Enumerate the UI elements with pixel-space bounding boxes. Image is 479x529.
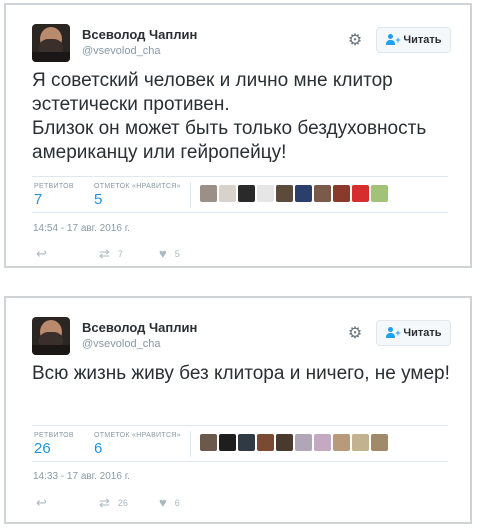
follow-person-icon: + bbox=[385, 327, 401, 339]
follow-button[interactable]: + Читать bbox=[376, 27, 451, 53]
avatar[interactable] bbox=[32, 24, 70, 62]
retweet-button[interactable]: ⇄ 7 bbox=[99, 246, 123, 262]
reply-button[interactable]: ↩ bbox=[36, 495, 47, 511]
avatar[interactable] bbox=[32, 317, 70, 355]
liker-avatar[interactable] bbox=[295, 185, 312, 202]
retweet-icon: ⇄ bbox=[99, 246, 110, 261]
tweet-text: Я советский человек и лично мне клитор э… bbox=[32, 70, 427, 163]
retweets-label: РЕТВИТОВ bbox=[34, 183, 74, 190]
likes-count[interactable]: 5 bbox=[94, 191, 102, 208]
divider bbox=[32, 212, 448, 213]
follow-label: Читать bbox=[403, 327, 442, 339]
liker-avatar[interactable] bbox=[352, 185, 369, 202]
timestamp[interactable]: 14:54 - 17 авг. 2016 г. bbox=[33, 223, 130, 234]
liker-avatar[interactable] bbox=[257, 185, 274, 202]
retweet-button[interactable]: ⇄ 26 bbox=[99, 495, 128, 511]
retweet-icon: ⇄ bbox=[99, 495, 110, 510]
likes-count[interactable]: 6 bbox=[94, 440, 102, 457]
tweet-card: Всеволод Чаплин @vsevolod_cha ⚙ + Читать… bbox=[4, 296, 472, 524]
gear-icon[interactable]: ⚙ bbox=[347, 326, 363, 342]
follow-label: Читать bbox=[403, 34, 442, 46]
likes-label: ОТМЕТОК «НРАВИТСЯ» bbox=[94, 432, 181, 439]
liker-avatar[interactable] bbox=[257, 434, 274, 451]
reply-icon: ↩ bbox=[36, 495, 47, 510]
liker-avatar[interactable] bbox=[219, 434, 236, 451]
retweet-action-count: 26 bbox=[117, 498, 128, 508]
retweets-count[interactable]: 7 bbox=[34, 191, 42, 208]
liker-avatar[interactable] bbox=[333, 434, 350, 451]
likes-label: ОТМЕТОК «НРАВИТСЯ» bbox=[94, 183, 181, 190]
author-handle[interactable]: @vsevolod_cha bbox=[82, 45, 160, 57]
follow-person-icon: + bbox=[385, 34, 401, 46]
tweet-text: Всю жизнь живу без клитора и ничего, не … bbox=[32, 363, 450, 384]
like-action-count: 5 bbox=[174, 248, 180, 259]
liker-avatar[interactable] bbox=[295, 434, 312, 451]
likers-list bbox=[200, 434, 388, 451]
liker-avatar[interactable] bbox=[238, 185, 255, 202]
likers-list bbox=[200, 185, 388, 202]
liker-avatar[interactable] bbox=[200, 185, 217, 202]
retweets-count[interactable]: 26 bbox=[34, 440, 51, 457]
tweet-card: Всеволод Чаплин @vsevolod_cha ⚙ + Читать… bbox=[4, 3, 472, 268]
liker-avatar[interactable] bbox=[200, 434, 217, 451]
author-handle[interactable]: @vsevolod_cha bbox=[82, 338, 160, 350]
liker-avatar[interactable] bbox=[314, 434, 331, 451]
heart-icon: ♥ bbox=[159, 495, 167, 510]
like-button[interactable]: ♥ 6 bbox=[159, 495, 180, 510]
liker-avatar[interactable] bbox=[314, 185, 331, 202]
liker-avatar[interactable] bbox=[333, 185, 350, 202]
divider bbox=[32, 461, 448, 462]
follow-button[interactable]: + Читать bbox=[376, 320, 451, 346]
liker-avatar[interactable] bbox=[371, 434, 388, 451]
author-name[interactable]: Всеволод Чаплин bbox=[82, 320, 197, 335]
retweet-action-count: 7 bbox=[117, 249, 123, 259]
liker-avatar[interactable] bbox=[238, 434, 255, 451]
liker-avatar[interactable] bbox=[219, 185, 236, 202]
heart-icon: ♥ bbox=[159, 246, 167, 261]
liker-avatar[interactable] bbox=[352, 434, 369, 451]
like-button[interactable]: ♥ 5 bbox=[159, 246, 180, 261]
divider bbox=[32, 176, 448, 177]
timestamp[interactable]: 14:33 - 17 авг. 2016 г. bbox=[33, 471, 130, 482]
gear-icon[interactable]: ⚙ bbox=[347, 33, 363, 49]
liker-avatar[interactable] bbox=[276, 434, 293, 451]
retweets-label: РЕТВИТОВ bbox=[34, 432, 74, 439]
divider bbox=[32, 425, 448, 426]
divider bbox=[190, 431, 191, 457]
author-name[interactable]: Всеволод Чаплин bbox=[82, 27, 197, 42]
like-action-count: 6 bbox=[174, 497, 180, 508]
reply-button[interactable]: ↩ bbox=[36, 246, 47, 262]
divider bbox=[190, 182, 191, 208]
liker-avatar[interactable] bbox=[276, 185, 293, 202]
reply-icon: ↩ bbox=[36, 246, 47, 261]
liker-avatar[interactable] bbox=[371, 185, 388, 202]
